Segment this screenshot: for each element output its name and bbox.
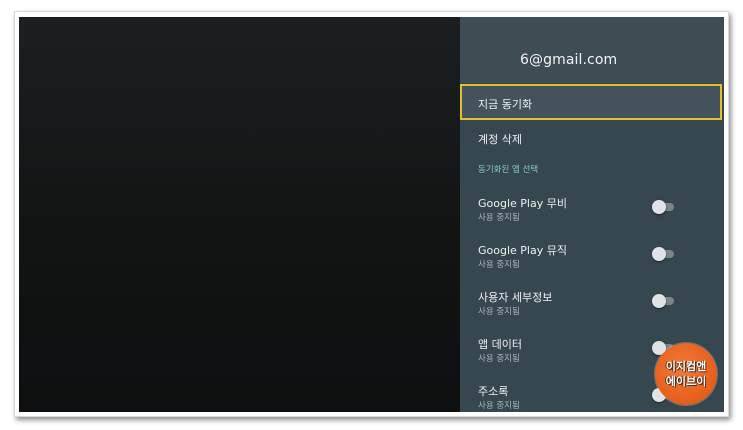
- app-item-google-play-movies[interactable]: Google Play 무비 사용 중지됨: [460, 189, 724, 233]
- app-item-user-details[interactable]: 사용자 세부정보 사용 중지됨: [460, 283, 724, 327]
- app-name: Google Play 무비: [478, 197, 567, 210]
- app-status: 사용 중지됨: [478, 260, 520, 270]
- watermark-line-2: 에이브이: [665, 375, 707, 388]
- app-item-google-play-music[interactable]: Google Play 뮤직 사용 중지됨: [460, 236, 724, 280]
- app-name: 사용자 세부정보: [478, 291, 553, 304]
- sync-toggle[interactable]: [652, 247, 676, 261]
- delete-account-item[interactable]: 계정 삭제: [460, 123, 724, 153]
- delete-account-label: 계정 삭제: [478, 133, 522, 146]
- watermark-line-1: 이지컴앤: [665, 360, 707, 373]
- sync-toggle[interactable]: [652, 200, 676, 214]
- toggle-thumb: [652, 200, 666, 214]
- sync-now-label: 지금 동기화: [478, 98, 533, 111]
- panel-header: 6@gmail.com: [460, 17, 724, 83]
- toggle-thumb: [652, 294, 666, 308]
- background-content-area: [19, 17, 460, 412]
- sync-now-item[interactable]: 지금 동기화: [460, 84, 722, 120]
- app-name: Google Play 뮤직: [478, 244, 567, 257]
- sync-toggle[interactable]: [652, 294, 676, 308]
- app-status: 사용 중지됨: [478, 307, 520, 317]
- section-label-synced-apps: 동기화된 앱 선택: [478, 165, 539, 175]
- app-name: 주소록: [478, 385, 509, 398]
- account-email: 6@gmail.com: [520, 52, 618, 68]
- toggle-thumb: [652, 247, 666, 261]
- tv-screen: 6@gmail.com 지금 동기화 계정 삭제 동기화된 앱 선택 Googl…: [19, 17, 724, 412]
- app-name: 앱 데이터: [478, 338, 522, 351]
- app-status: 사용 중지됨: [478, 401, 520, 411]
- app-status: 사용 중지됨: [478, 213, 520, 223]
- watermark-logo: 이지컴앤 에이브이: [655, 343, 717, 405]
- app-status: 사용 중지됨: [478, 354, 520, 364]
